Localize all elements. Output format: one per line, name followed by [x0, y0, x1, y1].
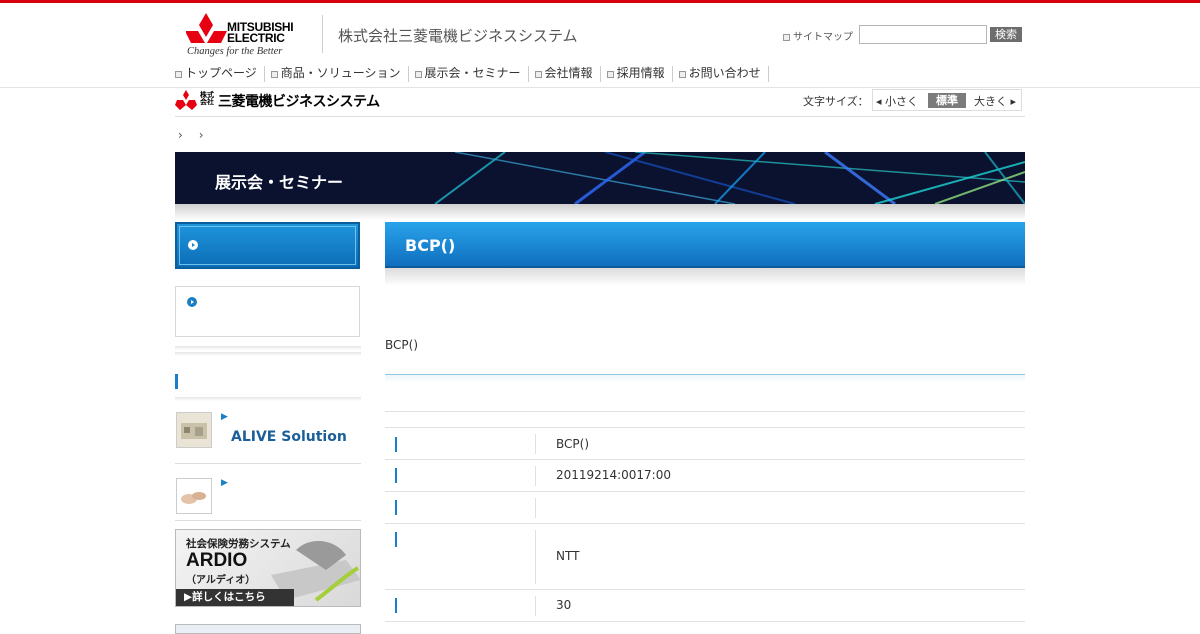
nav-label: 商品・ソリューション	[280, 66, 401, 80]
alive-solution-link[interactable]: ALIVE Solution	[231, 429, 347, 445]
logo-line2: ELECTRIC	[227, 31, 285, 45]
ardio-reading: （アルディオ）	[186, 575, 256, 586]
nav-label: 採用情報	[616, 66, 665, 80]
kabu-bottom: 会社	[200, 98, 214, 106]
bullet-icon	[175, 71, 182, 78]
sidebar-item-active[interactable]	[175, 222, 360, 269]
banner-title: 展示会・セミナー	[215, 173, 344, 192]
bullet-icon	[606, 71, 614, 78]
nav-label: 展示会・セミナー	[424, 66, 521, 80]
nav-label: トップページ	[185, 66, 257, 80]
sidebar-item-active-frame	[179, 226, 356, 265]
bullet-icon	[678, 71, 686, 78]
font-size-switcher: ◂ 小さく 標準 大きく ▸	[872, 89, 1022, 111]
main-heading-bar: BCP()	[385, 222, 1025, 268]
global-nav: トップページ 商品・ソリューション 展示会・セミナー 会社情報 採用情報 お問い…	[0, 60, 1200, 88]
nav-company[interactable]: 会社情報	[534, 66, 601, 82]
sitemap-link[interactable]: サイトマップ	[783, 28, 853, 43]
table-top-border	[385, 411, 1025, 412]
sidebar-rule	[175, 346, 361, 350]
arrow-right-icon: ▶	[221, 412, 228, 422]
nav-contact[interactable]: お問い合わせ	[678, 66, 769, 82]
sidebar-rule	[175, 352, 361, 356]
sidebar-separator	[175, 520, 361, 521]
logo-tagline: Changes for the Better	[187, 46, 283, 57]
bullet-icon	[414, 71, 422, 78]
logo-wordmark: MITSUBISHI ELECTRIC	[227, 21, 294, 45]
font-size-label: 文字サイズ：	[803, 95, 869, 108]
alive-thumbnail[interactable]	[176, 412, 212, 448]
row-value: NTT	[556, 549, 580, 563]
page-banner: 展示会・セミナー	[175, 152, 1025, 204]
arrow-right-icon: ▶	[221, 478, 228, 488]
nav-products[interactable]: 商品・ソリューション	[270, 66, 409, 82]
intro-text: BCP()	[385, 338, 418, 352]
row-divider	[535, 596, 536, 616]
table-row	[385, 492, 1025, 524]
brand-name[interactable]: 三菱電機ビジネスシステム	[218, 91, 380, 111]
main-heading-shadow	[385, 268, 1025, 286]
nav-label: お問い合わせ	[688, 66, 761, 80]
bullet-icon	[783, 34, 790, 41]
ardio-title: ARDIO	[186, 550, 248, 571]
sidebar-separator	[175, 463, 361, 464]
row-label-bar	[395, 500, 397, 515]
ardio-banner[interactable]: 社会保険労務システム ARDIO （アルディオ） ▶詳しくはこちら	[175, 529, 361, 607]
sidebar-rule	[175, 397, 361, 401]
row-label-bar	[395, 437, 397, 452]
site-header: MITSUBISHI ELECTRIC Changes for the Bett…	[0, 3, 1200, 61]
bullet-icon	[534, 71, 542, 78]
breadcrumb[interactable]: ››	[178, 128, 220, 142]
sidebar-item[interactable]	[175, 286, 360, 337]
table-row: 20119214:0017:00	[385, 460, 1025, 492]
row-value: 20119214:0017:00	[556, 468, 671, 482]
ardio-caption: 社会保険労務システム	[186, 538, 291, 550]
row-divider	[535, 498, 536, 518]
font-large-button[interactable]: 大きく ▸	[974, 93, 1016, 109]
brand-row: 株式 会社 三菱電機ビジネスシステム 文字サイズ： ◂ 小さく 標準 大きく ▸	[175, 88, 1025, 117]
nav-top[interactable]: トップページ	[175, 66, 265, 82]
circle-arrow-icon	[187, 297, 197, 307]
row-divider	[535, 434, 536, 454]
company-name[interactable]: 株式会社三菱電機ビジネスシステム	[338, 25, 578, 46]
mitsubishi-diamonds-icon[interactable]	[175, 90, 197, 110]
sidebar-next-banner[interactable]	[175, 624, 361, 634]
room-photo-icon	[177, 413, 211, 447]
row-label-bar	[395, 598, 397, 613]
ardio-details-link[interactable]: ▶詳しくはこちら	[176, 589, 294, 606]
sidebar-heading-bar	[175, 374, 178, 389]
row-divider	[535, 530, 536, 584]
row-label-bar	[395, 532, 397, 547]
circle-arrow-icon	[188, 240, 198, 250]
banner-shadow	[175, 204, 1025, 220]
row-divider	[535, 466, 536, 486]
search-button[interactable]: 検索	[990, 27, 1022, 42]
row-value: 30	[556, 598, 572, 612]
row-label-bar	[395, 468, 397, 483]
table-row: 30	[385, 590, 1025, 622]
sitemap-label: サイトマップ	[793, 32, 853, 43]
intro-shadow	[385, 375, 1025, 383]
bullet-icon	[270, 71, 278, 78]
search-input[interactable]	[859, 25, 987, 44]
table-row: BCP()	[385, 427, 1025, 460]
font-normal-button[interactable]: 標準	[928, 93, 966, 108]
page-title: BCP()	[405, 236, 456, 255]
table-row: NTT	[385, 524, 1025, 590]
hands-photo-icon	[177, 479, 211, 513]
header-divider	[322, 15, 323, 53]
brand-kabushiki: 株式 会社	[200, 92, 214, 106]
handshake-thumbnail[interactable]	[176, 478, 212, 514]
nav-recruit[interactable]: 採用情報	[606, 66, 673, 82]
nav-events[interactable]: 展示会・セミナー	[414, 66, 529, 82]
nav-label: 会社情報	[544, 66, 593, 80]
row-value: BCP()	[556, 437, 589, 451]
font-small-button[interactable]: ◂ 小さく	[876, 93, 918, 109]
